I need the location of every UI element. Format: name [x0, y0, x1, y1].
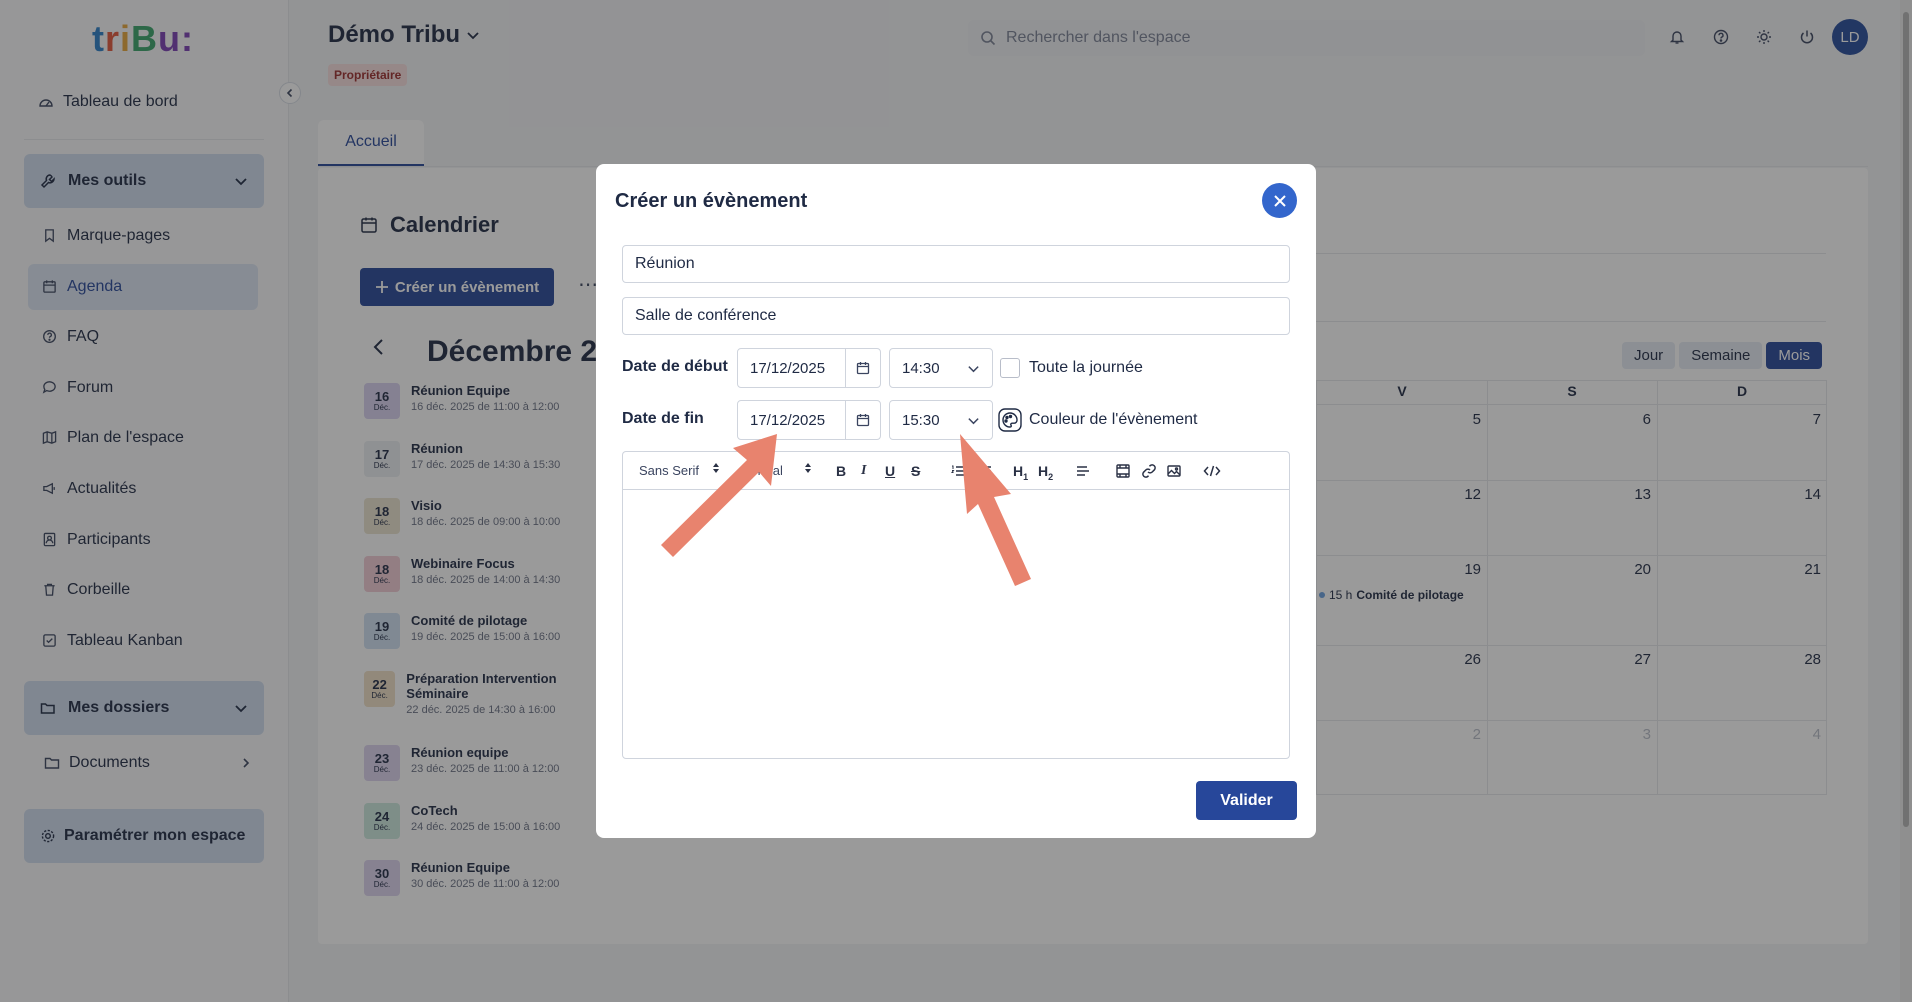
chevron-down-icon [967, 362, 980, 375]
heading-2-icon[interactable]: H2 [1038, 463, 1053, 482]
image-icon[interactable] [1166, 463, 1182, 479]
calendar-icon[interactable] [846, 361, 880, 375]
end-date-value: 17/12/2025 [738, 401, 846, 439]
close-icon [1273, 194, 1287, 208]
link-icon[interactable] [1141, 463, 1157, 479]
italic-icon[interactable]: I [861, 463, 866, 479]
font-size-select[interactable]: Normal [741, 463, 783, 478]
select-arrows-icon [711, 461, 721, 475]
all-day-label[interactable]: Toute la journée [1029, 359, 1143, 377]
heading-1-icon[interactable]: H1 [1013, 463, 1028, 482]
calendar-icon[interactable] [846, 413, 880, 427]
select-arrows-icon [803, 461, 813, 475]
code-icon[interactable] [1203, 463, 1221, 479]
underline-icon[interactable]: U [885, 463, 895, 479]
all-day-checkbox[interactable] [1000, 358, 1020, 378]
ordered-list-icon[interactable] [950, 463, 966, 479]
start-date-label: Date de début [622, 358, 728, 375]
event-location-field[interactable]: Salle de conférence [622, 297, 1290, 335]
end-time-value: 15:30 [902, 411, 940, 429]
event-title-field[interactable]: Réunion [622, 245, 1290, 283]
start-time-select[interactable]: 14:30 [889, 348, 993, 388]
event-description-editor[interactable] [622, 489, 1290, 759]
strikethrough-icon[interactable]: S [911, 463, 920, 479]
start-date-input[interactable]: 17/12/2025 [737, 348, 881, 388]
close-button[interactable] [1262, 183, 1297, 218]
video-icon[interactable] [1115, 463, 1131, 479]
end-date-label: Date de fin [622, 410, 704, 427]
bold-icon[interactable]: B [836, 463, 846, 479]
submit-button[interactable]: Valider [1196, 781, 1297, 820]
modal-title: Créer un évènement [615, 190, 808, 212]
bullet-list-icon[interactable] [976, 463, 992, 479]
end-date-input[interactable]: 17/12/2025 [737, 400, 881, 440]
align-icon[interactable] [1075, 463, 1091, 479]
end-time-select[interactable]: 15:30 [889, 400, 993, 440]
font-family-select[interactable]: Sans Serif [639, 463, 699, 478]
editor-toolbar: Sans Serif Normal B I U S H1 H2 [622, 451, 1290, 489]
start-date-value: 17/12/2025 [738, 349, 846, 387]
start-time-value: 14:30 [902, 359, 940, 377]
event-color-label[interactable]: Couleur de l'évènement [1029, 411, 1198, 429]
chevron-down-icon [967, 414, 980, 427]
palette-icon[interactable] [998, 408, 1022, 432]
